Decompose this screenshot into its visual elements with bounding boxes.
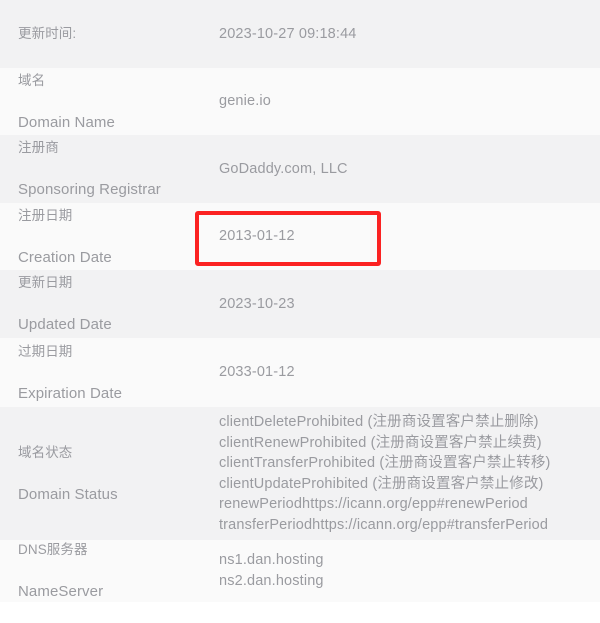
- table-row-nameserver: DNS服务器 NameServer ns1.dan.hosting ns2.da…: [0, 540, 600, 602]
- domain-status-line: clientRenewProhibited (注册商设置客户禁止续费): [219, 434, 542, 451]
- row-value-creation-date: 2013-01-12: [219, 228, 295, 244]
- row-value-sponsoring-registrar: GoDaddy.com, LLC: [219, 160, 348, 177]
- row-label-cn: 注册商: [18, 140, 59, 155]
- row-value-updated-date: 2023-10-23: [219, 295, 295, 312]
- domain-status-line: clientDeleteProhibited (注册商设置客户禁止删除): [219, 414, 539, 430]
- whois-info-table: 更新时间: 2023-10-27 09:18:44 域名 Domain Name…: [0, 0, 600, 602]
- nameserver-line: ns2.dan.hosting: [219, 573, 324, 589]
- row-label-domain-status: 域名状态 Domain Status: [0, 422, 219, 526]
- table-row-expiration-date: 过期日期 Expiration Date 2033-01-12: [0, 338, 600, 407]
- row-label-cn: DNS服务器: [18, 542, 88, 557]
- row-value-domain-status: clientDeleteProhibited (注册商设置客户禁止删除) cli…: [219, 412, 600, 535]
- row-label-nameserver: DNS服务器 NameServer: [0, 519, 219, 623]
- row-value-nameserver: ns1.dan.hosting ns2.dan.hosting: [219, 550, 600, 592]
- row-label-en: NameServer: [18, 583, 104, 600]
- nameserver-line: ns1.dan.hosting: [219, 552, 324, 568]
- row-label-en: Expiration Date: [18, 384, 123, 402]
- row-label-cn: 更新日期: [18, 275, 73, 290]
- domain-status-line: clientUpdateProhibited (注册商设置客户禁止修改): [219, 475, 544, 492]
- domain-status-line: transferPeriodhttps://icann.org/epp#tran…: [219, 516, 549, 533]
- row-label-cn: 更新时间:: [18, 26, 77, 41]
- row-label-cn: 域名: [18, 72, 46, 88]
- row-label-cn: 过期日期: [18, 343, 73, 359]
- domain-status-line: renewPeriodhttps://icann.org/epp#renewPe…: [219, 496, 528, 512]
- row-value-domain-name: genie.io: [219, 93, 271, 109]
- row-label-cn: 域名状态: [18, 444, 73, 460]
- row-label-en: Domain Status: [18, 485, 118, 503]
- row-value-expiration-date: 2033-01-12: [219, 364, 295, 380]
- domain-status-line: clientTransferProhibited (注册商设置客户禁止转移): [219, 455, 551, 471]
- row-label-cn: 注册日期: [18, 207, 73, 223]
- row-value-update-time: 2023-10-27 09:18:44: [219, 25, 357, 42]
